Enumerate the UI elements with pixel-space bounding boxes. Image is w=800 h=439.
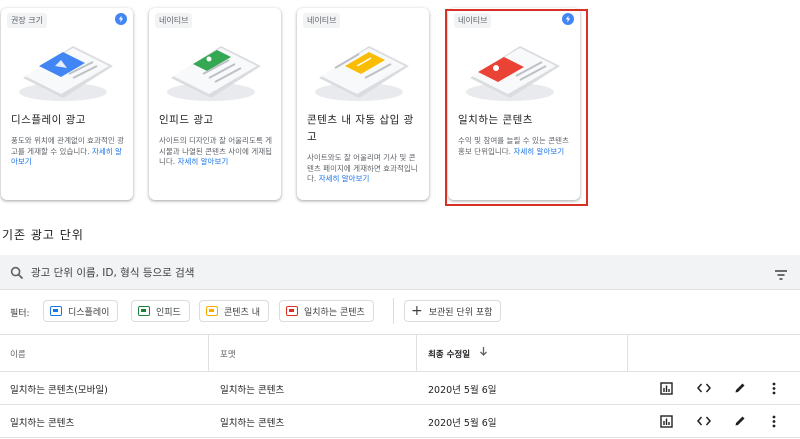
matched-content-illustration-icon <box>466 46 560 101</box>
bar-chart-icon[interactable] <box>658 380 674 396</box>
search-input[interactable]: 광고 단위 이름, ID, 형식 등으로 검색 <box>31 265 194 280</box>
chip-label: 일치하는 콘텐츠 <box>304 307 365 318</box>
card-description: 수익 및 참여를 늘릴 수 있는 콘텐츠 홍보 단위입니다. 자세히 알아보기 <box>458 136 569 156</box>
card-tag: 네이티브 <box>454 13 492 28</box>
filter-label: 필터: <box>10 309 30 319</box>
card-title: 콘텐츠 내 자동 삽입 광고 <box>307 114 414 143</box>
card-description: 풍도와 위치에 관계없이 효과적인 광고를 게재할 수 있습니다. 자세히 알아… <box>11 136 125 166</box>
column-divider <box>416 335 417 372</box>
column-header-format[interactable]: 포맷 <box>220 348 236 360</box>
card-in-article-ad[interactable]: 네이티브 콘텐츠 내 자동 삽입 광고 사이트와도 잘 어울리며 기사 및 콘텐… <box>297 8 429 200</box>
column-header-name[interactable]: 이름 <box>10 348 26 360</box>
bolt-icon <box>562 13 574 25</box>
bolt-icon <box>115 13 127 25</box>
matched-content-format-icon <box>286 306 298 316</box>
code-icon[interactable] <box>696 413 712 429</box>
search-icon <box>10 265 24 284</box>
column-divider <box>208 335 209 372</box>
infeed-format-icon <box>138 306 150 316</box>
learn-more-link[interactable]: 자세히 알아보기 <box>319 174 370 183</box>
cell-name: 일치하는 콘텐츠 <box>10 418 75 429</box>
in-article-format-icon <box>206 306 218 316</box>
cell-name: 일치하는 콘텐츠(모바일) <box>10 385 108 396</box>
card-tag: 네이티브 <box>303 13 341 28</box>
filter-bar: 필터: 디스플레이 인피드 콘텐츠 내 일치하는 콘텐츠 + 보관된 단위 포함 <box>0 298 800 326</box>
section-title: 기존 광고 단위 <box>2 228 84 242</box>
infeed-ad-illustration-icon <box>167 46 261 101</box>
filter-chip-infeed[interactable]: 인피드 <box>131 300 190 322</box>
filter-divider <box>393 298 394 324</box>
card-tag: 네이티브 <box>155 13 193 28</box>
chip-label: 인피드 <box>156 307 181 318</box>
in-article-ad-illustration-icon <box>315 46 409 101</box>
code-icon[interactable] <box>696 380 712 396</box>
edit-icon[interactable] <box>732 413 748 429</box>
card-infeed-ad[interactable]: 네이티브 인피드 광고 사이트의 디자인과 잘 어울리도록 게시물과 나열된 콘… <box>149 8 281 200</box>
card-display-ad[interactable]: 권장 크기 디스플레이 광고 풍도와 위치에 관계없이 효과적인 광고를 게재할… <box>1 8 133 200</box>
search-bar[interactable]: 광고 단위 이름, ID, 형식 등으로 검색 <box>0 255 800 290</box>
more-vert-icon[interactable] <box>766 380 782 396</box>
column-header-modified[interactable]: 최종 수정일 <box>428 348 470 360</box>
table-row[interactable]: 일치하는 콘텐츠(모바일) 일치하는 콘텐츠 2020년 5월 6일 <box>0 372 800 405</box>
card-title: 인피드 광고 <box>159 114 214 126</box>
table-header: 이름 포맷 최종 수정일 <box>0 334 800 372</box>
more-vert-icon[interactable] <box>766 413 782 429</box>
include-archived-button[interactable]: + 보관된 단위 포함 <box>404 300 502 322</box>
edit-icon[interactable] <box>732 380 748 396</box>
cell-modified: 2020년 5월 6일 <box>428 385 497 396</box>
plus-icon: + <box>411 303 423 319</box>
filter-chip-matched-content[interactable]: 일치하는 콘텐츠 <box>279 300 374 322</box>
cell-format: 일치하는 콘텐츠 <box>220 385 285 396</box>
chip-label: 디스플레이 <box>68 307 110 318</box>
table-row[interactable]: 일치하는 콘텐츠 일치하는 콘텐츠 2020년 5월 6일 <box>0 405 800 438</box>
cell-modified: 2020년 5월 6일 <box>428 418 497 429</box>
learn-more-link[interactable]: 자세히 알아보기 <box>513 147 564 156</box>
bar-chart-icon[interactable] <box>658 413 674 429</box>
filter-chip-display[interactable]: 디스플레이 <box>43 300 119 322</box>
card-tag: 권장 크기 <box>7 13 47 28</box>
chip-label: 보관된 단위 포함 <box>428 307 493 318</box>
display-format-icon <box>50 306 62 316</box>
card-description: 사이트와도 잘 어울리며 기사 및 콘텐츠 페이지에 게재하면 효과적입니다. … <box>307 153 418 183</box>
ad-type-cards: 권장 크기 디스플레이 광고 풍도와 위치에 관계없이 효과적인 광고를 게재할… <box>0 0 800 210</box>
card-description: 사이트의 디자인과 잘 어울리도록 게시물과 나열된 콘텐츠 사이에 게재됩니다… <box>159 136 273 166</box>
cell-format: 일치하는 콘텐츠 <box>220 418 285 429</box>
chip-label: 콘텐츠 내 <box>224 307 260 318</box>
card-title: 일치하는 콘텐츠 <box>458 114 533 126</box>
column-divider <box>627 335 628 372</box>
card-matched-content[interactable]: 네이티브 일치하는 콘텐츠 수익 및 참여를 늘릴 수 있는 콘텐츠 홍보 단위… <box>448 8 580 200</box>
card-title: 디스플레이 광고 <box>11 114 86 126</box>
filter-chip-in-article[interactable]: 콘텐츠 내 <box>199 300 269 322</box>
display-ad-illustration-icon <box>19 46 113 101</box>
arrow-down-icon[interactable] <box>479 346 488 360</box>
filter-list-icon[interactable] <box>774 266 788 285</box>
learn-more-link[interactable]: 자세히 알아보기 <box>178 157 229 166</box>
